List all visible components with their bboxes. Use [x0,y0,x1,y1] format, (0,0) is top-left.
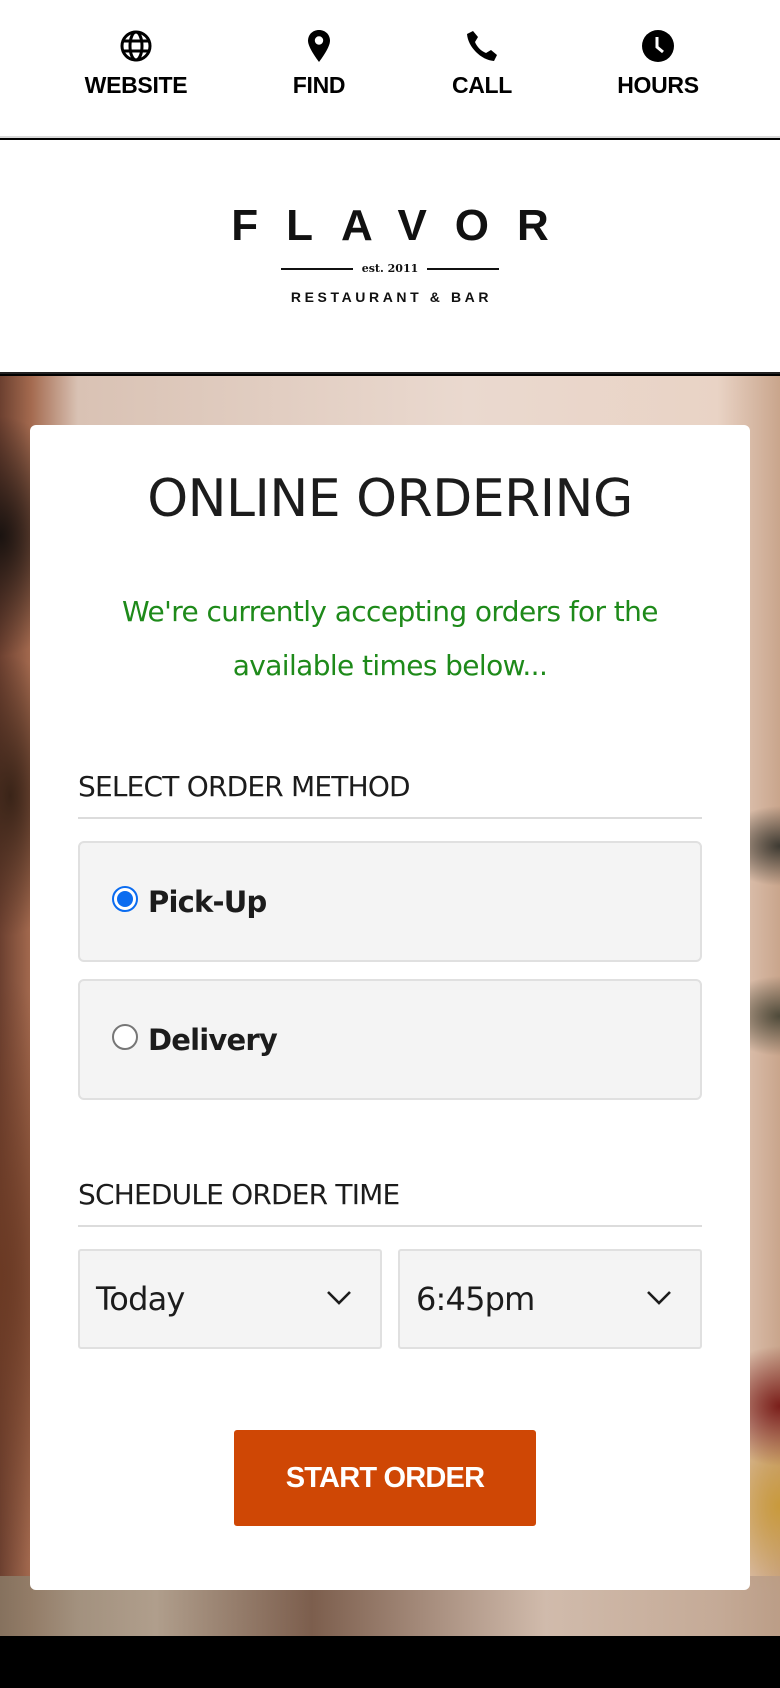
logo-est-text: est. 2011 [361,262,419,275]
logo-established: est. 2011 [0,262,780,275]
order-time-value: 6:45pm [416,1280,535,1318]
order-day-select[interactable]: Today [78,1249,382,1349]
online-ordering-card: ONLINE ORDERING We're currently acceptin… [30,425,750,1590]
logo-header: FLAVOR est. 2011 RESTAURANT & BAR [0,140,780,374]
nav-find-label: FIND [292,72,346,98]
nav-hours-link[interactable]: HOURS [588,28,728,99]
order-time-select[interactable]: 6:45pm [398,1249,702,1349]
logo-tagline: RESTAURANT & BAR [290,289,493,305]
order-day-value: Today [96,1280,185,1318]
logo-rule-right [427,267,500,270]
order-method-delivery-option[interactable]: Delivery [78,979,702,1100]
nav-website-link[interactable]: WEBSITE [66,28,206,99]
top-nav: WEBSITE FIND CALL HOURS [0,0,780,138]
restaurant-logo[interactable]: FLAVOR est. 2011 RESTAURANT & BAR [0,201,780,306]
pickup-radio[interactable] [112,885,138,912]
nav-hours-label: HOURS [617,72,699,98]
logo-rule-left [280,267,353,270]
page-title: ONLINE ORDERING [147,469,633,529]
start-order-label: START ORDER [285,1461,485,1494]
logo-wordmark: FLAVOR [231,201,577,250]
bottom-bar [0,1636,780,1688]
nav-call-link[interactable]: CALL [412,28,552,99]
delivery-label: Delivery [148,1022,278,1057]
phone-icon [464,28,500,64]
nav-website-label: WEBSITE [84,72,188,98]
order-time-heading: SCHEDULE ORDER TIME [78,1178,702,1227]
delivery-radio[interactable] [112,1023,138,1050]
order-method-pickup-option[interactable]: Pick-Up [78,841,702,962]
chevron-down-icon [647,1291,671,1305]
globe-icon [118,28,154,64]
nav-find-link[interactable]: FIND [249,28,389,99]
availability-notice: We're currently accepting orders for the… [122,595,658,682]
clock-icon [640,28,676,64]
start-order-button[interactable]: START ORDER [234,1430,536,1526]
chevron-down-icon [327,1291,351,1305]
map-pin-icon [301,28,337,64]
nav-call-label: CALL [451,72,513,98]
pickup-label: Pick-Up [148,884,267,919]
order-method-heading: SELECT ORDER METHOD [78,770,702,819]
